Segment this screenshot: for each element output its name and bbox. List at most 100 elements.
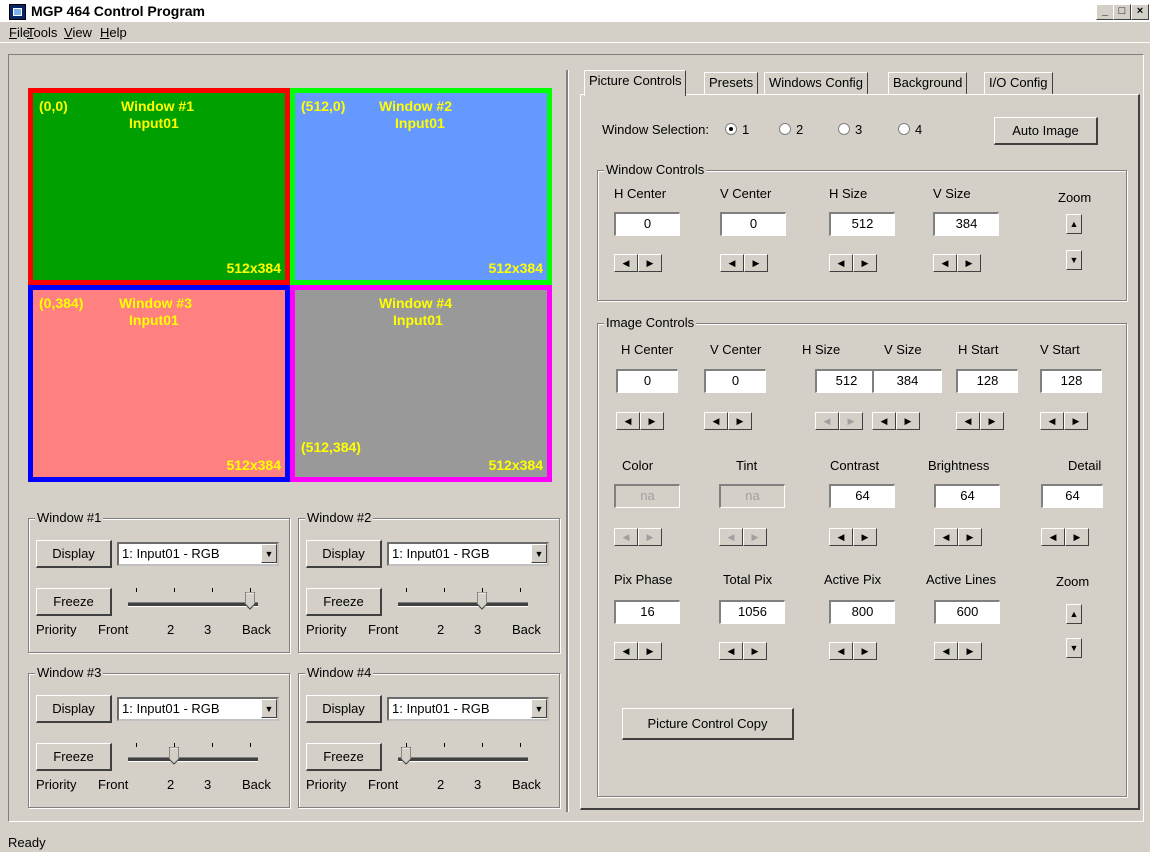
maximize-button[interactable]: □ (1113, 4, 1131, 20)
window-control-spinner-right[interactable]: ▶ (638, 254, 662, 272)
tab-io-config[interactable]: I/O Config (984, 72, 1053, 94)
image-control-spinner[interactable]: ◀ ▶ (827, 642, 879, 660)
window-zoom-up-button[interactable]: ▲ (1066, 214, 1082, 234)
image-control-field[interactable]: 0 (704, 369, 766, 393)
window-3-priority-slider-thumb[interactable] (168, 746, 180, 765)
window-1-display-button[interactable]: Display (36, 540, 112, 568)
image-control-spinner-left[interactable]: ◀ (934, 528, 958, 546)
tab-windows-config[interactable]: Windows Config (764, 72, 868, 94)
image-control-spinner-left[interactable]: ◀ (1040, 412, 1064, 430)
window-3-input-select[interactable]: 1: Input01 - RGB ▼ (117, 697, 279, 721)
image-control-spinner[interactable]: ◀ ▶ (870, 412, 922, 430)
image-control-spinner-right[interactable]: ▶ (839, 412, 863, 430)
image-control-spinner-right[interactable]: ▶ (1065, 528, 1089, 546)
image-control-field[interactable]: 128 (1040, 369, 1102, 393)
window-select-radio-4[interactable] (898, 123, 910, 135)
image-zoom-down-button[interactable]: ▼ (1066, 638, 1082, 658)
image-control-field[interactable]: 512 (815, 369, 877, 393)
preview-window-2[interactable]: (512,0) Window #2 Input01 512x384 (290, 88, 552, 285)
image-control-spinner-left[interactable]: ◀ (719, 642, 743, 660)
chevron-down-icon[interactable]: ▼ (531, 699, 547, 718)
window-1-input-select[interactable]: 1: Input01 - RGB ▼ (117, 542, 279, 566)
image-control-spinner-left[interactable]: ◀ (829, 528, 853, 546)
picture-control-copy-button[interactable]: Picture Control Copy (622, 708, 794, 740)
window-select-radio-1[interactable] (725, 123, 737, 135)
window-control-spinner-left[interactable]: ◀ (933, 254, 957, 272)
window-2-freeze-button[interactable]: Freeze (306, 588, 382, 616)
close-button[interactable]: × (1131, 4, 1149, 20)
image-control-field[interactable]: 64 (829, 484, 895, 508)
window-control-spinner-right[interactable]: ▶ (853, 254, 877, 272)
image-control-spinner[interactable]: ◀ ▶ (932, 528, 984, 546)
image-control-spinner[interactable]: ◀ ▶ (813, 412, 865, 430)
image-control-spinner-left[interactable]: ◀ (616, 412, 640, 430)
image-control-spinner-right[interactable]: ▶ (853, 528, 877, 546)
image-control-spinner-right[interactable]: ▶ (980, 412, 1004, 430)
chevron-down-icon[interactable]: ▼ (261, 699, 277, 718)
window-control-spinner[interactable]: ◀ ▶ (827, 254, 879, 272)
image-control-field[interactable]: na (614, 484, 680, 508)
window-2-display-button[interactable]: Display (306, 540, 382, 568)
image-control-spinner-right[interactable]: ▶ (638, 528, 662, 546)
chevron-down-icon[interactable]: ▼ (531, 544, 547, 563)
window-select-radio-2[interactable] (779, 123, 791, 135)
window-control-field[interactable]: 384 (933, 212, 999, 236)
menu-view[interactable]: View (64, 25, 92, 40)
window-control-field[interactable]: 512 (829, 212, 895, 236)
window-4-input-select[interactable]: 1: Input01 - RGB ▼ (387, 697, 549, 721)
image-control-field[interactable]: 800 (829, 600, 895, 624)
window-3-freeze-button[interactable]: Freeze (36, 743, 112, 771)
image-control-spinner-left[interactable]: ◀ (719, 528, 743, 546)
image-control-spinner-left[interactable]: ◀ (956, 412, 980, 430)
window-control-spinner[interactable]: ◀ ▶ (612, 254, 664, 272)
window-4-display-button[interactable]: Display (306, 695, 382, 723)
image-control-spinner[interactable]: ◀ ▶ (717, 528, 769, 546)
image-control-spinner[interactable]: ◀ ▶ (614, 412, 666, 430)
image-control-field[interactable]: 64 (1041, 484, 1103, 508)
image-control-spinner-right[interactable]: ▶ (958, 528, 982, 546)
image-control-spinner[interactable]: ◀ ▶ (827, 528, 879, 546)
image-control-spinner-right[interactable]: ▶ (896, 412, 920, 430)
window-control-spinner-left[interactable]: ◀ (614, 254, 638, 272)
window-select-radio-3[interactable] (838, 123, 850, 135)
minimize-button[interactable]: _ (1096, 4, 1114, 20)
image-control-spinner-right[interactable]: ▶ (640, 412, 664, 430)
image-control-spinner-left[interactable]: ◀ (815, 412, 839, 430)
window-2-input-select[interactable]: 1: Input01 - RGB ▼ (387, 542, 549, 566)
image-control-field[interactable]: 0 (616, 369, 678, 393)
window-control-spinner-left[interactable]: ◀ (829, 254, 853, 272)
image-control-spinner-right[interactable]: ▶ (743, 642, 767, 660)
window-3-display-button[interactable]: Display (36, 695, 112, 723)
menu-help[interactable]: Help (100, 25, 127, 40)
window-control-spinner-left[interactable]: ◀ (720, 254, 744, 272)
preview-window-3[interactable]: (0,384) Window #3 Input01 512x384 (28, 285, 290, 482)
image-control-spinner[interactable]: ◀ ▶ (932, 642, 984, 660)
image-zoom-up-button[interactable]: ▲ (1066, 604, 1082, 624)
preview-window-4[interactable]: (512,384) Window #4 Input01 512x384 (290, 285, 552, 482)
tab-background[interactable]: Background (888, 72, 968, 94)
window-control-spinner-right[interactable]: ▶ (744, 254, 768, 272)
image-control-spinner-right[interactable]: ▶ (728, 412, 752, 430)
menu-tools[interactable]: Tools (27, 25, 57, 40)
image-control-spinner-left[interactable]: ◀ (1041, 528, 1065, 546)
chevron-down-icon[interactable]: ▼ (261, 544, 277, 563)
image-control-spinner-left[interactable]: ◀ (829, 642, 853, 660)
window-4-priority-slider-thumb[interactable] (400, 746, 412, 765)
auto-image-button[interactable]: Auto Image (994, 117, 1098, 145)
image-control-spinner-left[interactable]: ◀ (704, 412, 728, 430)
image-control-spinner-right[interactable]: ▶ (638, 642, 662, 660)
image-control-field[interactable]: na (719, 484, 785, 508)
window-control-spinner[interactable]: ◀ ▶ (718, 254, 770, 272)
window-control-field[interactable]: 0 (614, 212, 680, 236)
tab-picture-controls[interactable]: Picture Controls (584, 70, 687, 96)
image-control-spinner-left[interactable]: ◀ (934, 642, 958, 660)
image-control-spinner[interactable]: ◀ ▶ (1039, 528, 1091, 546)
window-control-field[interactable]: 0 (720, 212, 786, 236)
image-control-field[interactable]: 384 (872, 369, 942, 393)
tab-presets[interactable]: Presets (704, 72, 759, 94)
image-control-spinner[interactable]: ◀ ▶ (612, 528, 664, 546)
preview-window-1[interactable]: (0,0) Window #1 Input01 512x384 (28, 88, 290, 285)
image-control-spinner[interactable]: ◀ ▶ (1038, 412, 1090, 430)
image-control-spinner-left[interactable]: ◀ (872, 412, 896, 430)
image-control-field[interactable]: 64 (934, 484, 1000, 508)
